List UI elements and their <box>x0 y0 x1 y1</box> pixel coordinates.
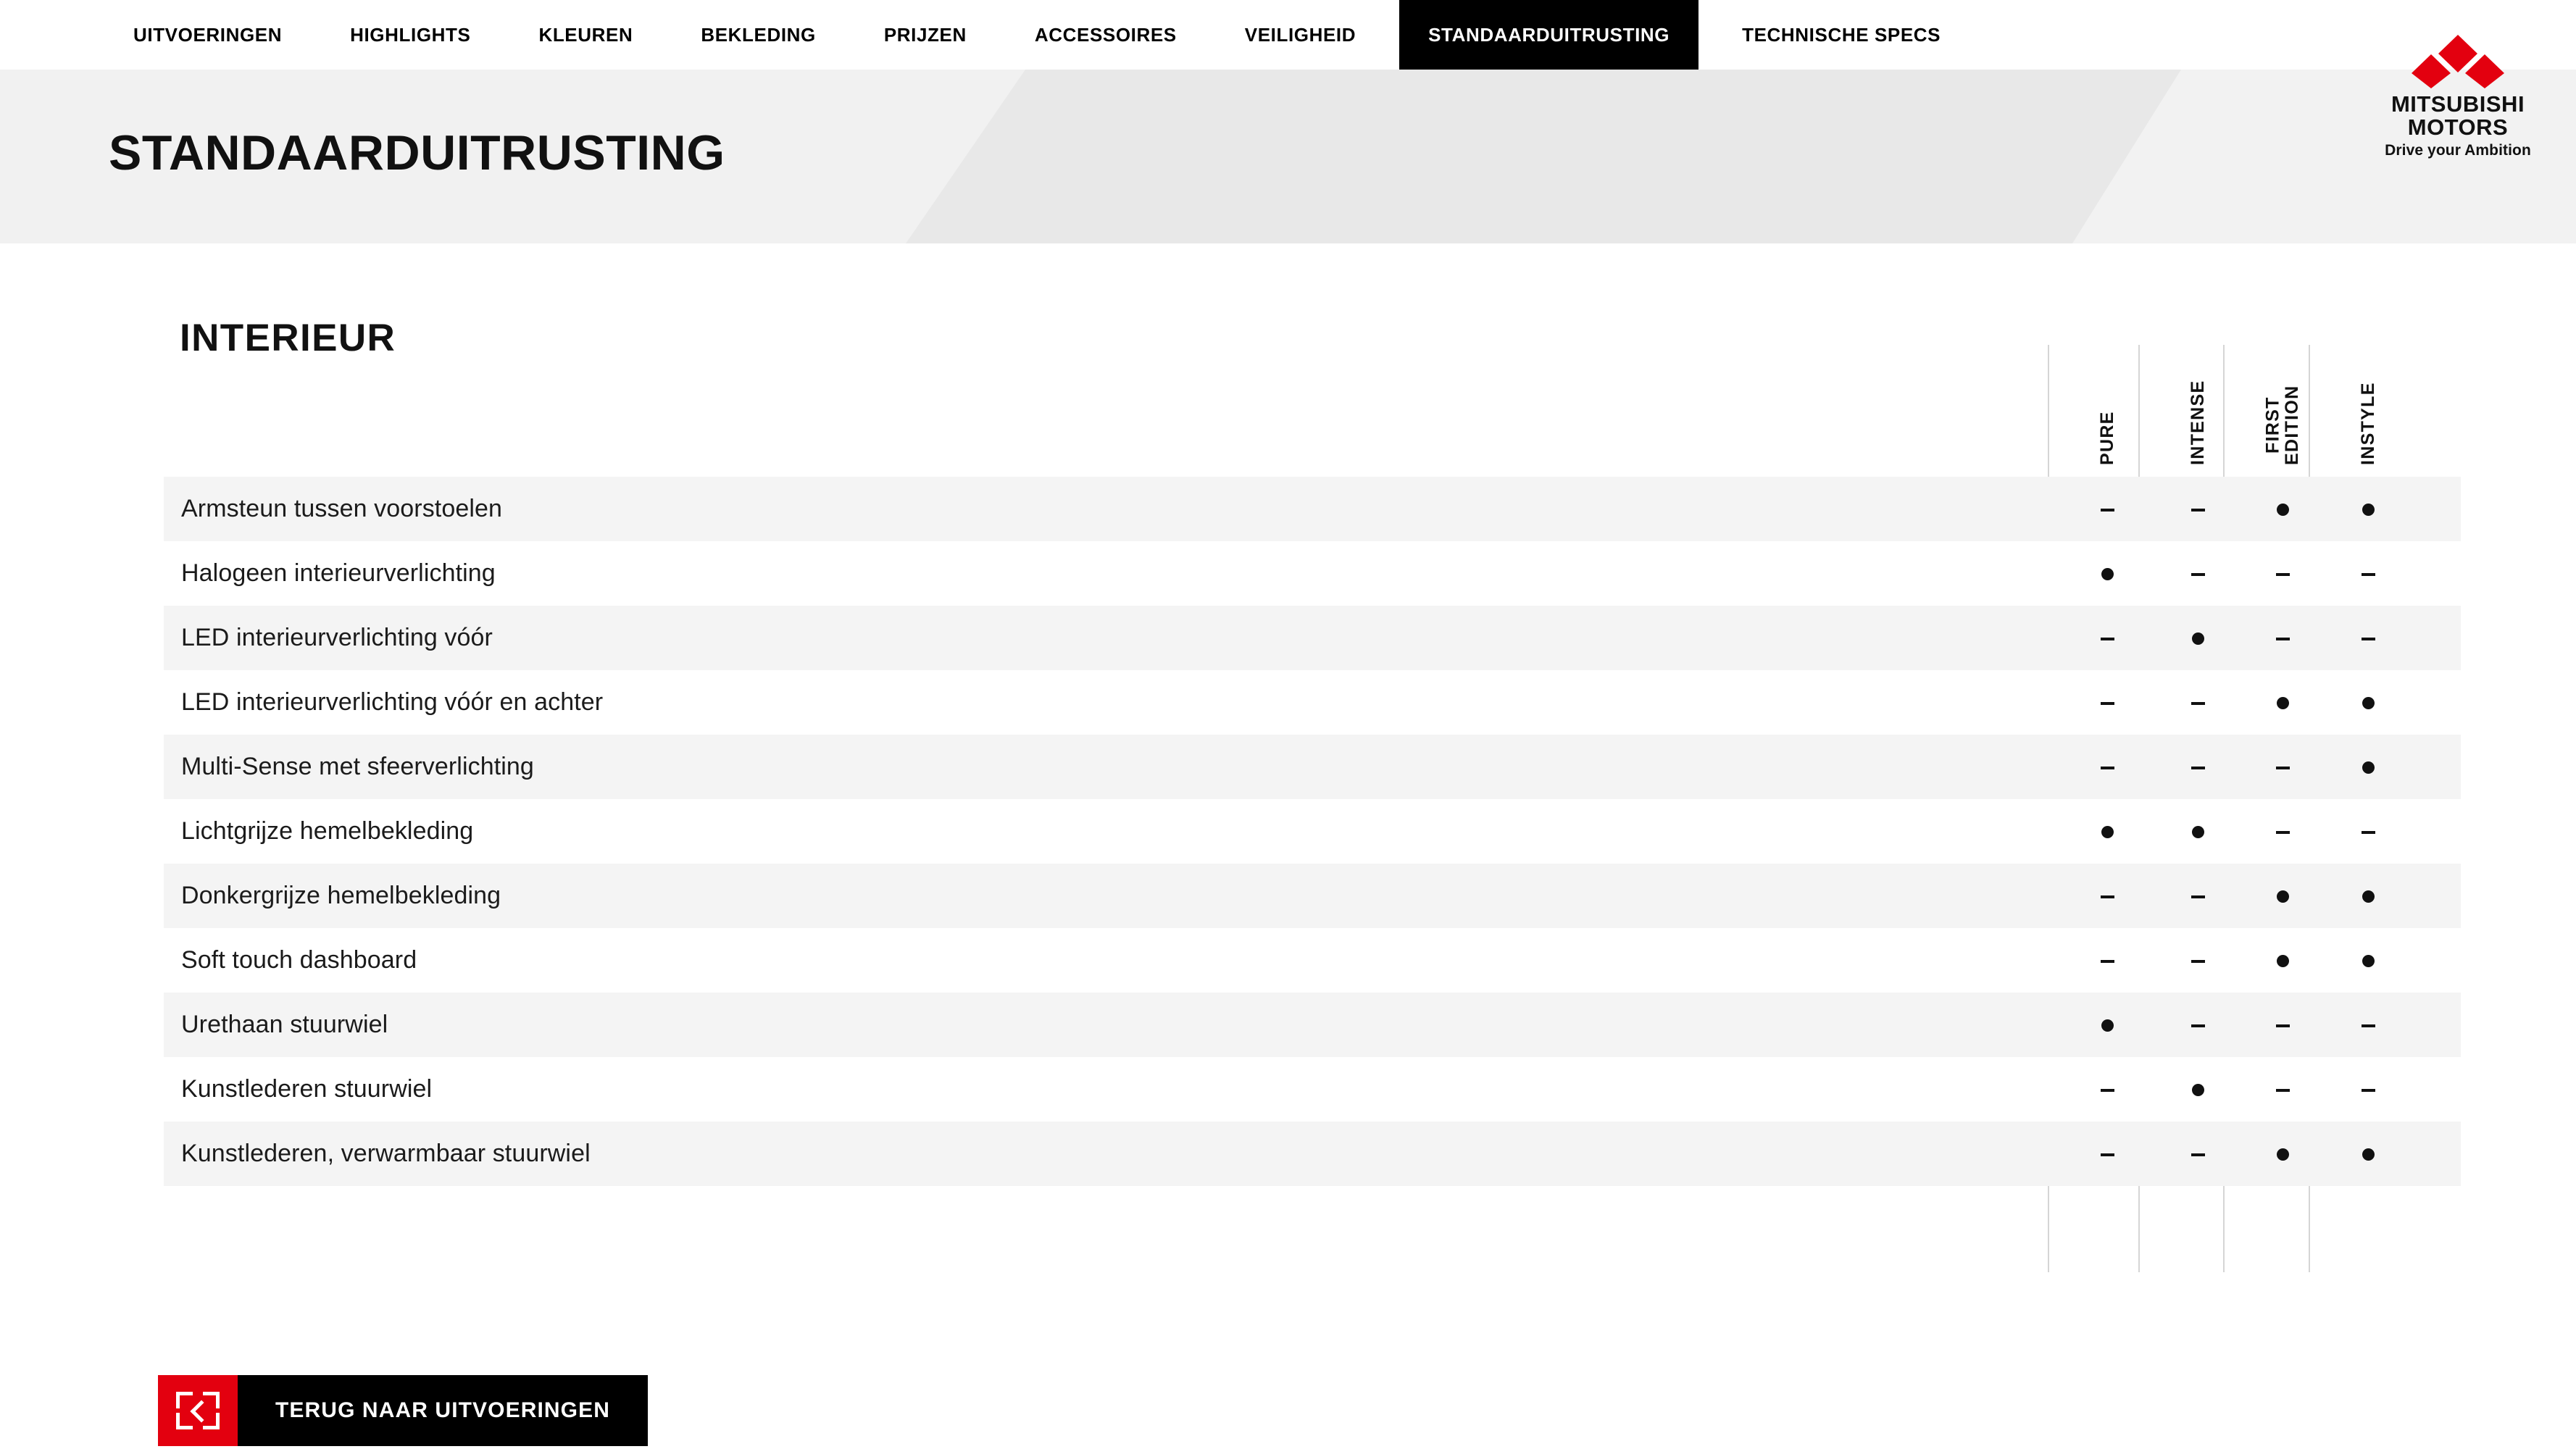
feature-label: Armsteun tussen voorstoelen <box>181 495 503 522</box>
availability-included-icon <box>2325 885 2412 907</box>
page-header-band: STANDAARDUITRUSTING <box>0 70 2576 243</box>
availability-not-available-icon <box>2064 498 2151 520</box>
nav-item-highlights[interactable]: HIGHLIGHTS <box>325 0 495 70</box>
availability-not-available-icon <box>2239 627 2326 649</box>
nav-item-prijzen[interactable]: PRIJZEN <box>859 0 991 70</box>
availability-not-available-icon <box>2064 885 2151 907</box>
column-header-instyle: INSTYLE <box>2357 382 2378 465</box>
table-row: Lichtgrijze hemelbekleding <box>164 799 2461 864</box>
table-row: Urethaan stuurwiel <box>164 993 2461 1057</box>
availability-not-available-icon <box>2154 498 2241 520</box>
availability-included-icon <box>2239 692 2326 714</box>
nav-item-kleuren[interactable]: KLEUREN <box>514 0 657 70</box>
top-navigation: UITVOERINGEN HIGHLIGHTS KLEUREN BEKLEDING PR… <box>0 0 2576 70</box>
feature-label: Soft touch dashboard <box>181 946 417 974</box>
availability-included-icon <box>2325 756 2412 778</box>
availability-not-available-icon <box>2154 563 2241 585</box>
table-body: Armsteun tussen voorstoelen Halogeen inte… <box>164 477 2461 1186</box>
availability-not-available-icon <box>2325 1079 2412 1101</box>
availability-not-available-icon <box>2239 563 2326 585</box>
table-row: LED interieurverlichting vóór en achter <box>164 670 2461 735</box>
specification-table: PURE INTENSE FIRST EDITION INSTYLE Armsteun… <box>164 345 2461 1272</box>
availability-not-available-icon <box>2064 627 2151 649</box>
availability-not-available-icon <box>2154 756 2241 778</box>
availability-not-available-icon <box>2064 1079 2151 1101</box>
availability-included-icon <box>2239 885 2326 907</box>
brand-name-line1: MITSUBISHI <box>2390 91 2525 117</box>
feature-label: Multi-Sense met sfeerverlichting <box>181 753 534 780</box>
feature-label: Urethaan stuurwiel <box>181 1011 388 1038</box>
table-row: LED interieurverlichting vóór <box>164 606 2461 670</box>
availability-not-available-icon <box>2325 563 2412 585</box>
brand-tagline: Drive your Ambition <box>2385 142 2531 159</box>
availability-not-available-icon <box>2239 821 2326 843</box>
availability-not-available-icon <box>2239 1079 2326 1101</box>
availability-not-available-icon <box>2154 885 2241 907</box>
nav-item-bekleding[interactable]: BEKLEDING <box>676 0 841 70</box>
availability-included-icon <box>2325 692 2412 714</box>
page-title: STANDAARDUITRUSTING <box>109 125 725 180</box>
nav-item-veiligheid[interactable]: VEILIGHEID <box>1220 0 1380 70</box>
table-row: Halogeen interieurverlichting <box>164 541 2461 606</box>
column-header-pure: PURE <box>2096 411 2117 465</box>
column-header-intense: INTENSE <box>2187 380 2208 465</box>
availability-not-available-icon <box>2325 627 2412 649</box>
mitsubishi-three-diamonds-icon <box>2412 35 2504 88</box>
availability-included-icon <box>2325 498 2412 520</box>
availability-included-icon <box>2239 1143 2326 1165</box>
availability-included-icon <box>2064 563 2151 585</box>
availability-included-icon <box>2154 821 2241 843</box>
nav-item-technische-specs[interactable]: TECHNISCHE SPECS <box>1717 0 1965 70</box>
back-button-label: TERUG NAAR UITVOERINGEN <box>238 1375 648 1446</box>
brand-name-line2: MOTORS <box>2407 114 2509 140</box>
availability-included-icon <box>2239 950 2326 972</box>
nav-item-uitvoeringen[interactable]: UITVOERINGEN <box>109 0 307 70</box>
nav-item-accessoires[interactable]: ACCESSOIRES <box>1010 0 1201 70</box>
fullscreen-back-chevron-icon <box>158 1375 238 1446</box>
mitsubishi-logo[interactable]: MITSUBISHI MOTORS Drive your Ambition <box>2380 35 2535 159</box>
nav-item-list: UITVOERINGEN HIGHLIGHTS KLEUREN BEKLEDING PR… <box>0 0 1965 70</box>
availability-not-available-icon <box>2064 1143 2151 1165</box>
availability-not-available-icon <box>2154 1143 2241 1165</box>
feature-label: Halogeen interieurverlichting <box>181 559 496 587</box>
table-row: Kunstlederen, verwarmbaar stuurwiel <box>164 1122 2461 1186</box>
feature-label: Lichtgrijze hemelbekleding <box>181 817 474 845</box>
column-header-first-edition: FIRST EDITION <box>2262 385 2303 466</box>
availability-not-available-icon <box>2325 821 2412 843</box>
availability-included-icon <box>2239 498 2326 520</box>
availability-not-available-icon <box>2064 950 2151 972</box>
availability-included-icon <box>2064 821 2151 843</box>
feature-label: LED interieurverlichting vóór <box>181 624 493 651</box>
availability-not-available-icon <box>2239 756 2326 778</box>
table-row: Donkergrijze hemelbekleding <box>164 864 2461 928</box>
page-root: STANDAARDUITRUSTING UITVOERINGEN HIGHLIGH… <box>0 0 2576 1449</box>
availability-included-icon <box>2325 1143 2412 1165</box>
back-to-versions-button[interactable]: TERUG NAAR UITVOERINGEN <box>158 1375 648 1446</box>
feature-label: Donkergrijze hemelbekleding <box>181 882 501 909</box>
nav-item-standaarduitrusting[interactable]: STANDAARDUITRUSTING <box>1399 0 1699 70</box>
table-row: Kunstlederen stuurwiel <box>164 1057 2461 1122</box>
availability-not-available-icon <box>2064 692 2151 714</box>
table-row: Armsteun tussen voorstoelen <box>164 477 2461 541</box>
feature-label: LED interieurverlichting vóór en achter <box>181 688 604 716</box>
feature-label: Kunstlederen stuurwiel <box>181 1075 433 1103</box>
availability-not-available-icon <box>2154 1014 2241 1036</box>
availability-included-icon <box>2064 1014 2151 1036</box>
availability-not-available-icon <box>2239 1014 2326 1036</box>
availability-not-available-icon <box>2325 1014 2412 1036</box>
availability-not-available-icon <box>2154 692 2241 714</box>
table-header-row: PURE INTENSE FIRST EDITION INSTYLE <box>164 345 2461 477</box>
availability-included-icon <box>2154 627 2241 649</box>
availability-not-available-icon <box>2154 950 2241 972</box>
table-row: Soft touch dashboard <box>164 928 2461 993</box>
feature-label: Kunstlederen, verwarmbaar stuurwiel <box>181 1140 591 1167</box>
availability-not-available-icon <box>2064 756 2151 778</box>
table-row: Multi-Sense met sfeerverlichting <box>164 735 2461 799</box>
availability-included-icon <box>2325 950 2412 972</box>
availability-included-icon <box>2154 1079 2241 1101</box>
header-band-angled <box>906 70 2181 243</box>
